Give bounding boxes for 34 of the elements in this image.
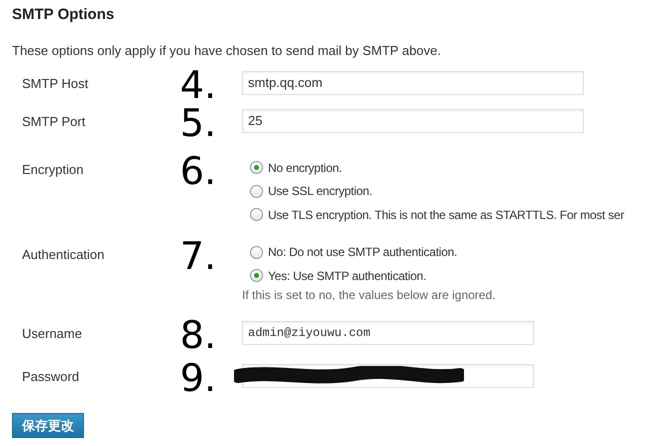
field-label: Encryption xyxy=(21,161,84,179)
handwritten-number: 5. xyxy=(180,103,216,143)
radio-button[interactable] xyxy=(250,246,263,259)
radio-label: Use TLS encryption. This is not the same as STARTTLS. For most ser xyxy=(268,206,624,224)
radio-button[interactable] xyxy=(250,208,263,222)
radio-button[interactable] xyxy=(250,161,263,174)
field-label: SMTP Host xyxy=(21,75,90,93)
radio-label: Use SSL encryption. xyxy=(268,183,372,200)
description-text: These options only apply if you have chosen to send mail by SMTP above. xyxy=(12,43,442,59)
input-field[interactable]: admin@ziyouwu.com xyxy=(242,320,534,344)
radio-label: No encryption. xyxy=(268,160,342,177)
radio-option[interactable]: Use SSL encryption. xyxy=(242,180,648,203)
radio-label: Yes: Use SMTP authentication. xyxy=(268,268,426,285)
radio-button[interactable] xyxy=(250,184,263,198)
radio-option[interactable]: No: Do not use SMTP authentication. xyxy=(242,240,648,264)
field-label: Password xyxy=(21,368,80,386)
radio-label: No: Do not use SMTP authentication. xyxy=(268,244,458,262)
handwritten-number: 4. xyxy=(180,65,216,105)
handwritten-number: 6. xyxy=(180,151,216,191)
handwritten-number: 9. xyxy=(180,358,216,398)
radio-option[interactable]: Use TLS encryption. This is not the same as STARTTLS. For most ser xyxy=(242,203,648,226)
radio-option[interactable]: Yes: Use SMTP authentication. xyxy=(242,264,648,288)
hint-text: If this is set to no, the values below are ignored. xyxy=(242,288,496,302)
handwritten-number: 8. xyxy=(180,314,216,354)
radio-option[interactable]: No encryption. xyxy=(242,156,648,180)
field-label: SMTP Port xyxy=(21,113,86,131)
input-field[interactable]: smtp.qq.com xyxy=(242,71,584,95)
section-heading: SMTP Options xyxy=(12,6,116,24)
input-field[interactable]: 25 xyxy=(242,109,584,133)
save-button[interactable]: 保存更改 xyxy=(12,412,84,438)
field-label: Authentication xyxy=(21,246,106,264)
field-label: Username xyxy=(21,324,83,342)
handwritten-number: 7. xyxy=(180,236,216,276)
radio-button[interactable] xyxy=(250,269,263,282)
